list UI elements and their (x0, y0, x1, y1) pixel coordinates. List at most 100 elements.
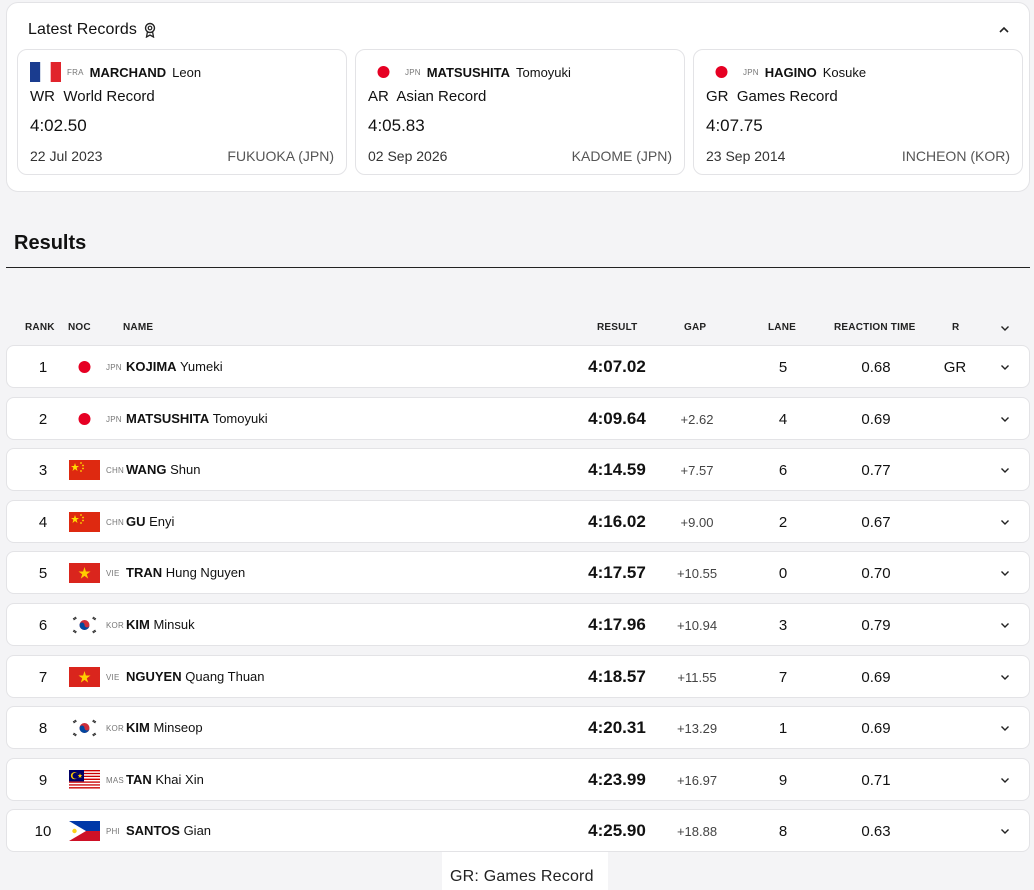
record-time: 4:05.83 (368, 116, 425, 135)
athlete-name[interactable]: GU Enyi (126, 514, 174, 529)
gap-cell: +10.94 (676, 618, 718, 633)
result-row[interactable]: 2 JPN MATSUSHITA Tomoyuki 4:09.64 +2.62 4 0.69 (6, 396, 1030, 440)
gap-cell: +18.88 (676, 824, 718, 840)
result-row[interactable]: 6 KOR KIM Minsuk 4:17.96 +10.94 3 0.79 (6, 603, 1030, 646)
flag-fra-icon (30, 62, 61, 82)
record-type-name: Games Record (736, 88, 838, 105)
results-header-row: RANK NOC NAME RESULT GAP LANE REACTION T… (6, 318, 1030, 338)
record-place: FUKUOKA (JPN) (227, 148, 334, 164)
result-row[interactable]: 1 JPN KOJIMA Yumeki 4:07.02 5 0.68 GR (6, 345, 1030, 388)
result-row[interactable]: 3 CHN WANG Shun 4:14.59 +7.57 6 0.77 (6, 448, 1030, 492)
athlete-given-name: Tomoyuki (212, 410, 268, 426)
athlete-name[interactable]: KIM Minsuk (126, 617, 195, 632)
reaction-time-cell: 0.68 (861, 359, 891, 376)
result-row[interactable]: 10 PHI SANTOS Gian 4:25.90 +18.88 8 0.63 (6, 809, 1030, 853)
flag-jpn-icon (706, 62, 737, 82)
reaction-time-cell: 0.69 (861, 668, 891, 686)
noc-flag (69, 666, 100, 687)
noc-code: JPN (106, 363, 122, 372)
result-row[interactable]: 9 MAS TAN Khai Xin 4:23.99 +16.97 9 0.71 (6, 757, 1030, 801)
noc-code: MAS (106, 775, 124, 785)
flag-chn-icon (69, 460, 100, 481)
chevron-down-icon[interactable] (999, 567, 1011, 579)
chevron-down-icon[interactable] (999, 361, 1011, 373)
record-card-asian: JPN MATSUSHITA Tomoyuki AR Asian Record … (355, 49, 685, 175)
noc-flag (69, 718, 100, 739)
athlete-given-name: Minseop (153, 720, 203, 736)
gap-cell: +11.55 (677, 669, 717, 685)
athlete-given-name: Yumeki (179, 359, 223, 374)
athlete-name[interactable]: MATSUSHITA Tomoyuki (126, 411, 268, 426)
record-given-name: Kosuke (822, 64, 867, 80)
flag-kor-icon (69, 615, 100, 635)
noc-code: VIE (106, 569, 120, 579)
record-athlete: JPN HAGINO Kosuke (706, 62, 866, 82)
record-date: 22 Jul 2023 (30, 148, 103, 164)
col-name: NAME (123, 322, 154, 333)
chevron-down-icon[interactable] (999, 722, 1011, 734)
chevron-down-icon[interactable] (999, 671, 1011, 683)
athlete-surname: KIM (126, 720, 150, 736)
record-noc: JPN (743, 67, 759, 77)
noc-flag (69, 357, 100, 377)
reaction-time-cell: 0.70 (861, 565, 891, 583)
record-type-code: WR (30, 88, 55, 105)
gap-cell: +9.00 (680, 514, 714, 530)
record-cards: FRA MARCHAND Leon WR World Record 4:02.5… (17, 49, 1023, 175)
chevron-down-icon[interactable] (999, 774, 1011, 786)
gap-cell: +10.55 (676, 566, 718, 582)
flag-mas-icon (69, 769, 100, 790)
chevron-down-icon[interactable] (999, 413, 1011, 425)
reaction-time-cell: 0.69 (861, 720, 891, 738)
record-type-name: World Record (63, 88, 155, 105)
flag-vie-icon (69, 563, 100, 584)
lane-cell: 7 (778, 668, 788, 686)
athlete-surname: GU (126, 513, 146, 529)
athlete-surname: SANTOS (126, 823, 180, 839)
athlete-name[interactable]: TRAN Hung Nguyen (126, 565, 245, 580)
flag-jpn-icon (69, 408, 100, 429)
noc-flag (69, 615, 100, 635)
athlete-name[interactable]: TAN Khai Xin (126, 772, 204, 787)
col-r: R (952, 322, 960, 333)
record-date: 23 Sep 2014 (706, 148, 786, 164)
result-row[interactable]: 7 VIE NGUYEN Quang Thuan 4:18.57 +11.55 7 0.69 (6, 654, 1030, 698)
chevron-down-icon[interactable] (999, 619, 1011, 631)
chevron-down-icon[interactable] (999, 322, 1011, 334)
chevron-up-icon[interactable] (997, 23, 1011, 37)
noc-code: KOR (106, 621, 124, 630)
athlete-name[interactable]: KOJIMA Yumeki (126, 359, 223, 374)
lane-cell: 9 (778, 771, 788, 789)
athlete-name[interactable]: WANG Shun (126, 462, 200, 477)
col-lane: LANE (768, 322, 797, 333)
athlete-given-name: Khai Xin (155, 771, 204, 787)
lane-cell: 2 (778, 513, 788, 531)
record-surname: HAGINO (764, 64, 817, 80)
chevron-down-icon[interactable] (999, 825, 1011, 837)
record-place: INCHEON (KOR) (901, 148, 1010, 164)
result-row[interactable]: 8 KOR KIM Minseop 4:20.31 +13.29 1 0.69 (6, 706, 1030, 750)
record-time: 4:07.75 (706, 116, 763, 135)
athlete-name[interactable]: KIM Minseop (126, 720, 203, 735)
record-type-code: GR (706, 88, 729, 105)
noc-flag (69, 408, 100, 429)
noc-flag (69, 563, 100, 584)
noc-code: KOR (106, 724, 124, 734)
athlete-name[interactable]: SANTOS Gian (126, 823, 211, 838)
athlete-name[interactable]: NGUYEN Quang Thuan (126, 669, 265, 684)
chevron-down-icon[interactable] (999, 516, 1011, 528)
result-row[interactable]: 5 VIE TRAN Hung Nguyen 4:17.57 +10.55 0 0.70 (6, 551, 1030, 595)
record-athlete: FRA MARCHAND Leon (30, 62, 201, 82)
latest-records-label: Latest Records (28, 21, 138, 38)
results-divider (6, 267, 1030, 268)
chevron-down-icon[interactable] (999, 464, 1011, 476)
flag-phi-icon (69, 821, 100, 842)
record-noc: FRA (67, 67, 84, 77)
record-noc: JPN (405, 67, 421, 77)
result-row[interactable]: 4 CHN GU Enyi 4:16.02 +9.00 2 0.67 (6, 499, 1030, 543)
record-type: WR World Record (30, 88, 155, 105)
athlete-given-name: Hung Nguyen (165, 565, 246, 581)
flag-chn-icon (69, 511, 100, 532)
results-heading: Results (14, 232, 87, 254)
record-given-name: Leon (172, 64, 202, 80)
